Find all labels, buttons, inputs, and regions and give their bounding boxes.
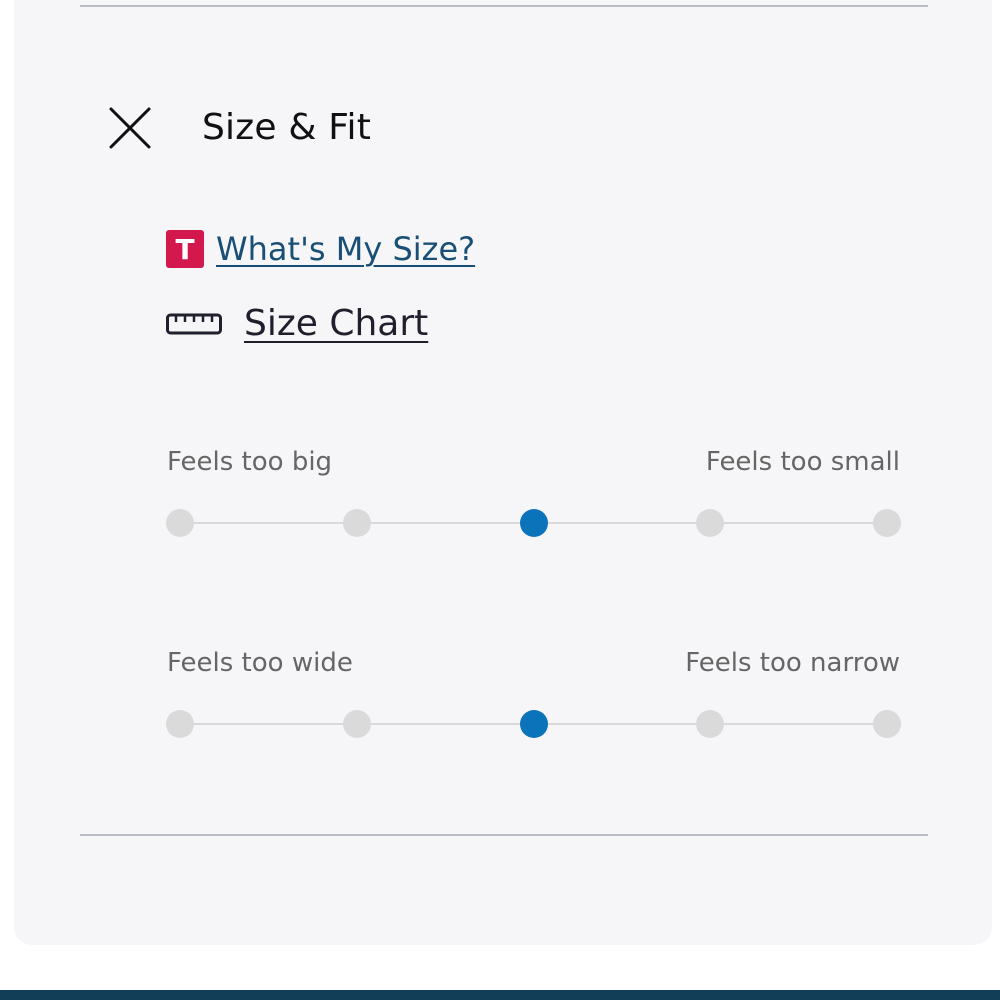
fit-option-dot[interactable]	[166, 509, 194, 537]
fit-option-dot-selected[interactable]	[519, 509, 548, 537]
panel-title: Size & Fit	[202, 107, 372, 148]
size-chart-link[interactable]: Size Chart	[244, 303, 428, 344]
whats-my-size-row[interactable]: T What's My Size?	[166, 230, 475, 268]
close-icon	[109, 107, 151, 149]
ruler-icon	[166, 313, 222, 334]
whats-my-size-link[interactable]: What's My Size?	[216, 230, 475, 268]
close-button[interactable]	[106, 104, 154, 152]
scale-right-label: Feels too narrow	[685, 648, 900, 678]
fit-option-dot[interactable]	[873, 509, 901, 537]
bottom-divider	[80, 834, 928, 836]
scale-left-label: Feels too big	[167, 447, 333, 477]
fit-option-dot[interactable]	[342, 710, 371, 738]
scale-left-label: Feels too wide	[167, 648, 353, 678]
size-chart-row[interactable]: Size Chart	[166, 303, 428, 344]
scale-right-label: Feels too small	[705, 447, 900, 477]
fit-option-dot[interactable]	[342, 509, 371, 537]
fit-option-dot[interactable]	[873, 710, 901, 738]
fit-option-dot-selected[interactable]	[519, 710, 548, 738]
top-divider	[80, 5, 928, 7]
fit-option-dot[interactable]	[166, 710, 194, 738]
t-badge-icon: T	[166, 230, 204, 268]
footer-bar	[0, 990, 1000, 1000]
